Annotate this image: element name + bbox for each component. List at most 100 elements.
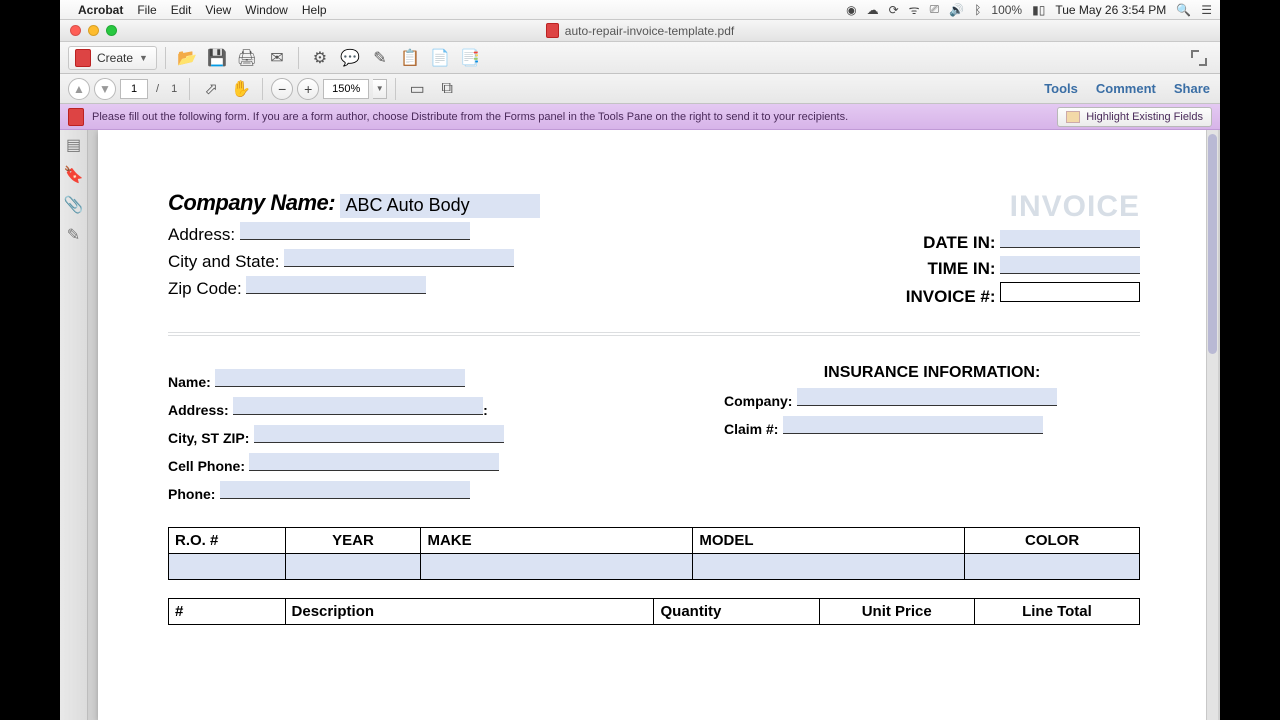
- save-floppy-icon: 💾: [207, 48, 227, 68]
- highlight-tool-button[interactable]: ✎: [367, 46, 393, 70]
- customer-cell-field[interactable]: [249, 453, 499, 471]
- highlight-fields-button[interactable]: Highlight Existing Fields: [1057, 107, 1212, 127]
- invoice-number-field[interactable]: [1000, 282, 1140, 302]
- items-header-linetotal: Line Total: [974, 599, 1139, 625]
- company-name-field[interactable]: ABC Auto Body: [340, 194, 540, 218]
- city-state-label: City and State:: [168, 252, 280, 271]
- print-button[interactable]: 🖨: [234, 46, 260, 70]
- scrollbar-thumb[interactable]: [1208, 134, 1217, 354]
- window-titlebar: auto-repair-invoice-template.pdf: [60, 20, 1220, 42]
- signatures-panel-button[interactable]: ✎: [65, 226, 83, 244]
- menubar-file[interactable]: File: [137, 3, 156, 17]
- vehicle-header-model: MODEL: [693, 528, 965, 554]
- vehicle-make-field[interactable]: [421, 554, 693, 580]
- line-items-table: # Description Quantity Unit Price Line T…: [168, 598, 1140, 625]
- time-in-field[interactable]: [1000, 256, 1140, 274]
- export-button[interactable]: 📄: [427, 46, 453, 70]
- vehicle-table: R.O. # YEAR MAKE MODEL COLOR: [168, 527, 1140, 580]
- sign-button[interactable]: 📋: [397, 46, 423, 70]
- vehicle-year-field[interactable]: [285, 554, 421, 580]
- insurance-company-field[interactable]: [797, 388, 1057, 406]
- bookmarks-panel-button[interactable]: 🔖: [65, 166, 83, 184]
- address-field[interactable]: [240, 222, 470, 240]
- menubar-help[interactable]: Help: [302, 3, 327, 17]
- create-button[interactable]: Create ▼: [68, 46, 157, 70]
- customer-phone-field[interactable]: [220, 481, 470, 499]
- settings-button[interactable]: ⚙: [307, 46, 333, 70]
- zip-field[interactable]: [246, 276, 426, 294]
- city-state-field[interactable]: [284, 249, 514, 267]
- tools-panel-link[interactable]: Tools: [1044, 81, 1078, 96]
- customer-name-field[interactable]: [215, 369, 465, 387]
- window-zoom-button[interactable]: [106, 25, 117, 36]
- vehicle-color-field[interactable]: [965, 554, 1140, 580]
- cursor-icon: ⬀: [204, 79, 217, 99]
- page-down-button[interactable]: ▼: [94, 78, 116, 100]
- menubar-app[interactable]: Acrobat: [78, 3, 123, 17]
- vehicle-header-ro: R.O. #: [169, 528, 286, 554]
- zip-label: Zip Code:: [168, 279, 242, 298]
- invoice-number-label: INVOICE #:: [906, 287, 996, 307]
- fullscreen-button[interactable]: [1186, 46, 1212, 70]
- time-in-label: TIME IN:: [928, 259, 996, 279]
- zoom-dropdown-button[interactable]: ▼: [373, 79, 387, 99]
- insurance-claim-field[interactable]: [783, 416, 1043, 434]
- pdf-document-icon: [546, 23, 559, 38]
- comment-panel-link[interactable]: Comment: [1096, 81, 1156, 96]
- menubar-window[interactable]: Window: [245, 3, 288, 17]
- items-header-description: Description: [285, 599, 654, 625]
- clipboard-icon: 📋: [400, 48, 420, 68]
- page-up-button[interactable]: ▲: [68, 78, 90, 100]
- customer-city-field[interactable]: [254, 425, 504, 443]
- address-label: Address:: [168, 225, 235, 244]
- zoom-level-field[interactable]: [323, 79, 369, 99]
- attachments-panel-button[interactable]: 📎: [65, 196, 83, 214]
- save-button[interactable]: 💾: [204, 46, 230, 70]
- date-in-field[interactable]: [1000, 230, 1140, 248]
- form-notification-text: Please fill out the following form. If y…: [92, 111, 848, 123]
- fit-page-button[interactable]: ⧉: [434, 77, 460, 101]
- vehicle-header-make: MAKE: [421, 528, 693, 554]
- window-close-button[interactable]: [70, 25, 81, 36]
- gear-icon: ⚙: [313, 48, 327, 68]
- items-header-unitprice: Unit Price: [819, 599, 974, 625]
- customer-address-field[interactable]: [233, 397, 483, 415]
- thumbnails-panel-button[interactable]: ▤: [65, 136, 83, 154]
- zoom-out-button[interactable]: −: [271, 78, 293, 100]
- fit-width-button[interactable]: ▭: [404, 77, 430, 101]
- insurance-claim-label: Claim #:: [724, 421, 778, 437]
- zoom-in-button[interactable]: +: [297, 78, 319, 100]
- customer-address-label: Address:: [168, 402, 229, 418]
- main-toolbar: Create ▼ 📂 💾 🖨 ✉ ⚙ 💬 ✎ 📋 📄 📑: [60, 42, 1220, 74]
- status-battery-icon: ▮▯: [1032, 3, 1045, 17]
- customer-cell-label: Cell Phone:: [168, 458, 245, 474]
- vehicle-header-year: YEAR: [285, 528, 421, 554]
- macos-menubar: Acrobat File Edit View Window Help ◉ ☁ ⟳…: [60, 0, 1220, 20]
- company-name-label: Company Name:: [168, 190, 335, 215]
- select-tool-button[interactable]: ⬀: [198, 77, 224, 101]
- page-number-field[interactable]: [120, 79, 148, 99]
- convert-button[interactable]: 📑: [457, 46, 483, 70]
- menubar-edit[interactable]: Edit: [171, 3, 192, 17]
- email-button[interactable]: ✉: [264, 46, 290, 70]
- window-minimize-button[interactable]: [88, 25, 99, 36]
- status-dropbox-icon: ⎚: [930, 2, 940, 17]
- hand-tool-button[interactable]: ✋: [228, 77, 254, 101]
- menubar-view[interactable]: View: [205, 3, 231, 17]
- share-panel-link[interactable]: Share: [1174, 81, 1210, 96]
- chevron-down-icon: ▼: [139, 53, 148, 63]
- status-record-icon: ◉: [846, 3, 856, 17]
- open-button[interactable]: 📂: [174, 46, 200, 70]
- notification-center-icon[interactable]: ☰: [1201, 3, 1212, 17]
- status-sync-icon: ⟳: [889, 3, 899, 17]
- spotlight-icon[interactable]: 🔍: [1176, 3, 1191, 17]
- create-label: Create: [97, 51, 133, 65]
- vehicle-ro-field[interactable]: [169, 554, 286, 580]
- vehicle-model-field[interactable]: [693, 554, 965, 580]
- status-volume-icon: 🔊: [949, 3, 964, 17]
- scrollbar-track[interactable]: [1206, 130, 1218, 720]
- comment-tool-button[interactable]: 💬: [337, 46, 363, 70]
- items-header-number: #: [169, 599, 286, 625]
- form-pdf-icon: [68, 108, 84, 126]
- status-battery-text: 100%: [991, 3, 1022, 17]
